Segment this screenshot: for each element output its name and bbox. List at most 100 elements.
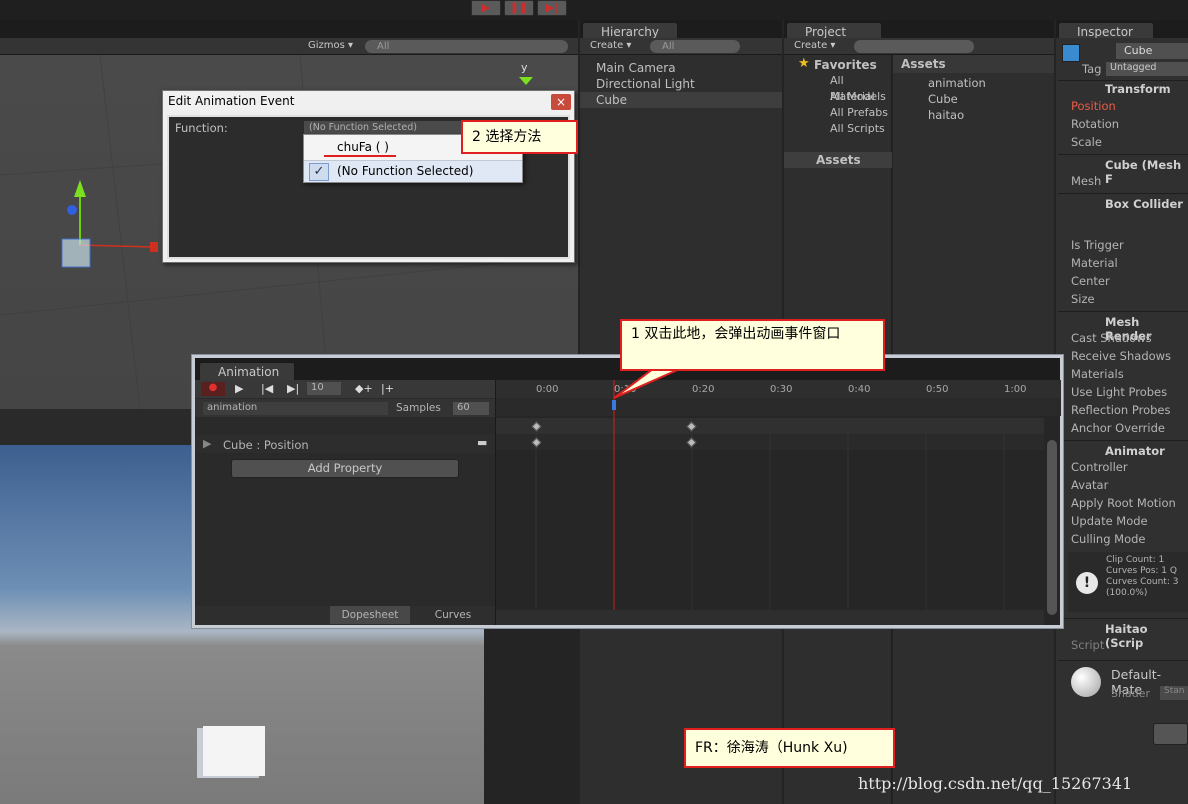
tick-label: 0:00: [536, 384, 559, 395]
property-row[interactable]: ▶ Cube : Position ▬: [195, 435, 495, 453]
hierarchy-item[interactable]: Directional Light: [596, 76, 695, 92]
clip-count: Clip Count: 1: [1106, 555, 1165, 565]
project-search[interactable]: [854, 40, 974, 53]
mesh-filter-header[interactable]: Cube (Mesh F: [1105, 158, 1188, 186]
center-label: Center: [1071, 274, 1110, 288]
timeline-ruler-svg: [496, 380, 1061, 625]
scale-label: Scale: [1071, 135, 1102, 149]
expand-arrow-icon[interactable]: ▶: [203, 437, 211, 450]
property-label: Cube : Position: [223, 438, 309, 452]
shader-dropdown[interactable]: Stan: [1160, 686, 1188, 700]
animator-header[interactable]: Animator: [1105, 444, 1165, 458]
cube-icon: [1062, 44, 1080, 62]
object-name-field[interactable]: Cube: [1116, 43, 1188, 59]
add-event-button[interactable]: |+: [381, 382, 394, 395]
scene-search[interactable]: All: [365, 40, 568, 53]
hierarchy-search[interactable]: All: [650, 40, 740, 53]
asset-item[interactable]: animation: [928, 75, 986, 91]
tab-animation[interactable]: Animation: [199, 362, 295, 380]
assets-folder[interactable]: Assets: [784, 152, 892, 168]
light-probes-label: Use Light Probes: [1071, 385, 1168, 399]
project-toolbar: Create ▾: [784, 38, 1054, 55]
is-trigger-label: Is Trigger: [1071, 238, 1124, 252]
material-sphere-icon: [1071, 667, 1101, 697]
separator: [1058, 618, 1188, 619]
option-no-function: (No Function Selected): [337, 164, 474, 178]
separator: [1058, 311, 1188, 312]
property-menu-icon[interactable]: ▬: [477, 436, 487, 449]
callout-author: FR：徐海涛（Hunk Xu): [684, 728, 895, 768]
script-header[interactable]: Haitao (Scrip: [1105, 622, 1188, 650]
favorites-label[interactable]: Favorites: [814, 57, 877, 73]
apply-root-motion-label: Apply Root Motion: [1071, 496, 1176, 510]
culling-mode-label: Culling Mode: [1071, 532, 1146, 546]
prev-key-button[interactable]: |◀: [261, 382, 273, 395]
asset-item[interactable]: haitao: [928, 107, 964, 123]
next-key-button[interactable]: ▶|: [287, 382, 299, 395]
add-component-button[interactable]: [1153, 723, 1188, 745]
favorite-item[interactable]: All Material: [830, 73, 891, 103]
scene-tabrow: [0, 20, 578, 40]
shader-label: Shader: [1111, 687, 1150, 700]
clip-dropdown[interactable]: animation: [203, 402, 388, 415]
curves-pos: Curves Pos: 1 Q: [1106, 566, 1177, 576]
gizmos-dropdown[interactable]: Gizmos ▾: [308, 40, 353, 51]
receive-shadows-label: Receive Shadows: [1071, 349, 1172, 363]
materials-label: Materials: [1071, 367, 1124, 381]
avatar-label: Avatar: [1071, 478, 1109, 492]
function-label: Function:: [175, 121, 228, 135]
axis-y-label: y: [521, 61, 528, 74]
curves-tab[interactable]: Curves: [413, 606, 493, 624]
animation-controls: ● ▶ |◀ ▶| 10 ◆+ |+: [195, 380, 495, 398]
curves-percent: (100.0%): [1106, 588, 1148, 598]
controller-label: Controller: [1071, 460, 1128, 474]
tag-dropdown[interactable]: Untagged: [1106, 62, 1188, 76]
add-keyframe-button[interactable]: ◆+: [355, 382, 373, 395]
assets-header-label: Assets: [901, 57, 946, 71]
separator: [1058, 193, 1188, 194]
tag-label: Tag: [1082, 62, 1102, 76]
hierarchy-item[interactable]: Main Camera: [596, 60, 676, 76]
play-preview-button[interactable]: ▶: [235, 382, 243, 395]
checkmark-icon: ✓: [309, 163, 329, 181]
frame-field[interactable]: 10: [307, 382, 341, 395]
star-icon: ★: [798, 56, 810, 71]
timeline-area[interactable]: 0:00 0:10 0:20 0:30 0:40 0:50 1:00: [495, 380, 1061, 625]
samples-field[interactable]: 60: [453, 402, 489, 415]
option-none-row[interactable]: ✓ (No Function Selected): [304, 160, 522, 182]
project-tabrow: Project: [784, 20, 1054, 40]
asset-item[interactable]: Cube: [928, 91, 958, 107]
option-chufa[interactable]: chuFa ( ): [337, 140, 389, 154]
top-toolbar: ▶ ❚❚ ▶|: [0, 0, 1188, 20]
function-dropdown[interactable]: (No Function Selected): [304, 121, 462, 135]
cast-shadows-label: Cast Shadows: [1071, 331, 1152, 345]
rotation-label: Rotation: [1071, 117, 1120, 131]
watermark: http://blog.csdn.net/qq_15267341: [858, 774, 1133, 793]
box-collider-header[interactable]: Box Collider: [1105, 197, 1183, 211]
favorite-item[interactable]: All Prefabs: [830, 105, 888, 121]
project-create[interactable]: Create ▾: [794, 40, 835, 51]
pause-button[interactable]: ❚❚: [504, 0, 534, 16]
close-button[interactable]: ×: [551, 94, 571, 110]
separator: [1058, 80, 1188, 81]
play-button[interactable]: ▶: [471, 0, 501, 16]
callout-step2: 2 选择方法: [461, 120, 578, 154]
step-button[interactable]: ▶|: [537, 0, 567, 16]
callout-step1: 1 双击此地，会弹出动画事件窗口: [620, 319, 885, 371]
tick-label: 0:40: [848, 384, 871, 395]
separator: [1058, 154, 1188, 155]
info-icon: !: [1076, 572, 1098, 594]
favorite-item[interactable]: All Models: [830, 89, 886, 105]
red-underline: [324, 155, 396, 157]
transform-header[interactable]: Transform: [1105, 82, 1171, 96]
record-button[interactable]: ●: [201, 382, 225, 396]
clip-row: animation Samples 60: [195, 399, 495, 417]
dialog-title: Edit Animation Event: [168, 94, 295, 108]
curves-count: Curves Count: 3: [1106, 577, 1179, 587]
hierarchy-toolbar: Create ▾ All: [580, 38, 782, 55]
hierarchy-item-selected[interactable]: Cube: [580, 92, 782, 108]
favorite-item[interactable]: All Scripts: [830, 121, 885, 137]
hierarchy-create[interactable]: Create ▾: [590, 40, 631, 51]
dopesheet-tab[interactable]: Dopesheet: [330, 606, 410, 624]
add-property-button[interactable]: Add Property: [231, 459, 459, 478]
